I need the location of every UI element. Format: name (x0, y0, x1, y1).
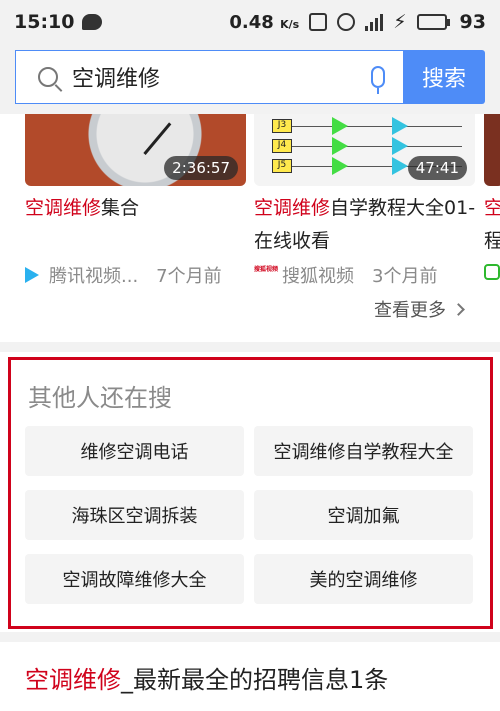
network-speed-unit: K/s (280, 17, 300, 31)
section-divider (0, 342, 500, 352)
chevron-right-icon (452, 302, 465, 316)
video-source: 腾讯视频... 7个月前 (25, 262, 222, 288)
video-title[interactable]: 空调维修集合 (25, 192, 246, 225)
signal-icon (365, 13, 384, 31)
status-bar: 15:10 0.48 K/s ⚡ 93 (0, 0, 500, 44)
section-divider (0, 632, 500, 642)
network-speed: 0.48 K/s (229, 12, 299, 33)
title-highlight: 空调维修 (25, 666, 121, 694)
charging-icon: ⚡ (393, 11, 407, 33)
see-more-link[interactable]: 查看更多 (374, 296, 465, 322)
video-thumbnail[interactable] (484, 114, 500, 186)
status-time: 15:10 (14, 11, 75, 33)
title-rest: 程 (484, 230, 500, 252)
related-search-item[interactable]: 维修空调电话 (25, 426, 244, 476)
alarm-icon (337, 13, 356, 31)
microphone-icon[interactable] (371, 66, 385, 94)
title-rest: 集合 (101, 197, 140, 219)
search-bar: 空调维修 搜索 (0, 44, 500, 114)
video-age: 7个月前 (156, 266, 222, 287)
title-rest: _最新最全的招聘信息1条 (121, 666, 389, 694)
search-query[interactable]: 空调维修 (72, 61, 371, 93)
video-age: 3个月前 (372, 266, 438, 287)
network-speed-value: 0.48 (229, 11, 274, 33)
status-right: 0.48 K/s ⚡ 93 (229, 11, 486, 33)
vibrate-icon (309, 13, 328, 31)
related-search-item[interactable]: 美的空调维修 (254, 554, 473, 604)
related-search-item[interactable]: 空调故障维修大全 (25, 554, 244, 604)
video-title[interactable]: 空调维修自学教程大全01-在线收看 (254, 192, 484, 258)
search-icon (38, 67, 58, 87)
circuit-label: J3 (272, 119, 292, 133)
title-highlight: 空调维修 (254, 197, 331, 219)
gauge-image (143, 122, 172, 155)
chat-bubble-icon (82, 14, 103, 30)
video-title[interactable]: 空程 (484, 192, 500, 258)
source-icon (484, 264, 500, 280)
related-search-item[interactable]: 海珠区空调拆装 (25, 490, 244, 540)
circuit-label: J5 (272, 159, 292, 173)
video-source: 搜狐视频 搜狐视频 3个月前 (254, 262, 437, 288)
related-search-item[interactable]: 空调维修自学教程大全 (254, 426, 473, 476)
battery-percent: 93 (459, 11, 486, 33)
circuit-label: J4 (272, 139, 292, 153)
tencent-video-icon (25, 267, 39, 283)
result-title[interactable]: 空调维修_最新最全的招聘信息1条 (25, 660, 388, 695)
video-duration: 2:36:57 (164, 156, 238, 180)
see-more-label: 查看更多 (374, 300, 446, 321)
source-name: 搜狐视频 (282, 266, 354, 287)
video-thumbnail[interactable]: 2:36:57 (25, 114, 246, 186)
video-duration: 47:41 (407, 156, 467, 180)
source-name: 腾讯视频... (49, 266, 139, 287)
video-thumbnail[interactable]: J3 J4 J5 47:41 (254, 114, 475, 186)
battery-icon (416, 14, 450, 30)
related-searches: 其他人还在搜 维修空调电话 空调维修自学教程大全 海珠区空调拆装 空调加氟 空调… (8, 357, 493, 629)
related-title: 其他人还在搜 (28, 384, 172, 412)
search-button[interactable]: 搜索 (403, 50, 485, 104)
sohu-video-icon: 搜狐视频 (254, 266, 279, 273)
title-highlight: 空 (484, 197, 500, 219)
search-input[interactable]: 空调维修 (15, 50, 403, 104)
title-highlight: 空调维修 (25, 197, 102, 219)
related-search-item[interactable]: 空调加氟 (254, 490, 473, 540)
circuit-diagram-row: J3 (272, 117, 462, 140)
